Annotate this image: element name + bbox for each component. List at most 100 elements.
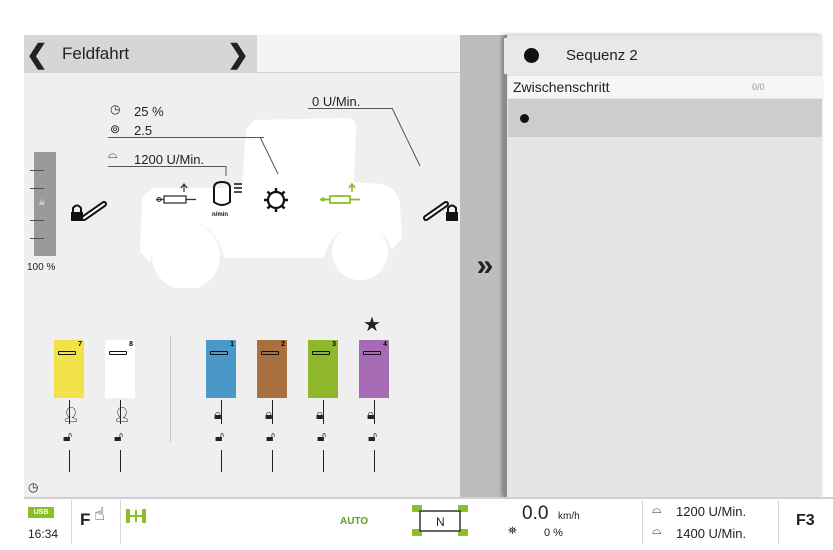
- transmission-icon[interactable]: N: [412, 503, 470, 539]
- hitch-status-icon[interactable]: [124, 505, 148, 527]
- hand-pointer-icon[interactable]: ☝︎: [94, 504, 105, 525]
- cylinder-icon: [58, 351, 76, 355]
- status-separator: [778, 500, 779, 544]
- valve-3[interactable]: 3 🔒︎: [308, 340, 338, 422]
- selected-step-row[interactable]: [508, 99, 822, 137]
- front-hitch-cylinder-icon[interactable]: [320, 182, 366, 212]
- chevron-right-icon[interactable]: ❯: [227, 39, 249, 69]
- sequence-title: Sequenz 2: [566, 47, 638, 64]
- valve-number: 4: [383, 341, 387, 348]
- operator-lock-icon: 👤︎: [62, 406, 80, 422]
- valve-line: [323, 400, 324, 424]
- status-separator: [120, 500, 121, 544]
- valve-padlock-icon[interactable]: 🔓︎: [63, 428, 72, 445]
- valve-4[interactable]: 4 🔒︎: [359, 340, 389, 422]
- step-label: Zwischenschritt: [513, 79, 610, 95]
- gauge-tick: [30, 220, 44, 221]
- cylinder-icon: [210, 351, 228, 355]
- valve-line: [221, 450, 222, 472]
- valve-group-separator: [170, 336, 171, 442]
- slip-icon: ◷: [110, 102, 121, 116]
- usb-icon: USB: [28, 507, 54, 518]
- chevron-left-icon[interactable]: ❮: [26, 39, 48, 69]
- valve-7-body: 👤︎: [54, 370, 84, 422]
- valve-line: [221, 400, 222, 424]
- sequence-status-dot-icon: [524, 48, 539, 63]
- valve-number: 7: [78, 341, 82, 348]
- gauge-tick: [30, 238, 44, 239]
- favorite-star-icon: ★: [363, 314, 381, 336]
- valve-padlock-icon[interactable]: 🔓︎: [266, 428, 275, 445]
- ratio-icon: ⊚: [110, 122, 121, 136]
- cylinder-icon: [312, 351, 330, 355]
- valve-8[interactable]: 8 👤︎: [105, 340, 135, 422]
- valve-4-body: 🔒︎: [359, 370, 389, 422]
- valve-line: [374, 450, 375, 472]
- clock: 16:34: [28, 527, 59, 541]
- valve-number: 3: [332, 341, 336, 348]
- rear-hitch-cylinder-icon: [156, 183, 196, 204]
- cylinder-icon: [109, 351, 127, 355]
- valve-line: [272, 400, 273, 424]
- pto-gear-icon[interactable]: [263, 187, 289, 213]
- pto-rpm: 1400 U/Min.: [676, 526, 747, 541]
- valve-4-header: 4: [359, 340, 389, 370]
- leader-lines: [225, 107, 421, 176]
- gauge-label: 100 %: [27, 262, 56, 273]
- f-function-label: F: [80, 510, 91, 529]
- valve-padlock-icon[interactable]: 🔓︎: [317, 428, 326, 445]
- mode-selector[interactable]: ❮ Feldfahrt ❯: [24, 35, 257, 73]
- gauge-tick: [30, 170, 44, 171]
- sequence-header[interactable]: Sequenz 2: [504, 38, 822, 74]
- valve-2[interactable]: 2 🔒︎: [257, 340, 287, 422]
- valve-line: [120, 450, 121, 472]
- cylinder-icon: [363, 351, 381, 355]
- valve-1[interactable]: 1 🔒︎: [206, 340, 236, 422]
- gauge-tick: [30, 188, 44, 189]
- engine-rpm-icon: ⌓: [652, 502, 662, 516]
- timer-icon: ◷: [28, 480, 39, 494]
- valve-3-header: 3: [308, 340, 338, 370]
- valve-line: [120, 400, 121, 424]
- f3-key-label[interactable]: F3: [796, 512, 815, 530]
- speed-value: 0.0: [522, 503, 549, 524]
- auto-mode-label[interactable]: AUTO: [340, 516, 368, 527]
- rear-hitch-lock-icon[interactable]: [70, 196, 108, 228]
- valve-line: [374, 400, 375, 424]
- engine-rpm: 1200 U/Min.: [676, 504, 747, 519]
- engine-speed-readout: 1200 U/Min.: [134, 152, 205, 167]
- engine-unit-label: n/min: [212, 212, 228, 218]
- valve-number: 1: [230, 341, 234, 348]
- wheel-slip-value: 0 %: [544, 527, 563, 539]
- step-bullet-icon: [520, 114, 529, 123]
- double-chevron-right-icon[interactable]: »: [468, 248, 502, 288]
- valve-1-body: 🔒︎: [206, 370, 236, 422]
- valve-number: 2: [281, 341, 285, 348]
- wheel-slip-icon: ⛯: [508, 525, 517, 537]
- engine-speed-control-icon[interactable]: n/min: [210, 178, 246, 218]
- step-count: 0/0: [752, 82, 765, 92]
- engine-speed-icon: ⌓: [108, 147, 118, 161]
- valve-8-body: 👤︎: [105, 370, 135, 422]
- valve-1-header: 1: [206, 340, 236, 370]
- gear-indicator: N: [436, 515, 445, 529]
- slip-readout: 25 %: [134, 104, 164, 119]
- pto-rpm-icon: ⌓: [652, 523, 662, 537]
- valve-padlock-icon[interactable]: 🔓︎: [215, 428, 224, 445]
- valve-padlock-icon[interactable]: 🔓︎: [114, 428, 123, 445]
- mode-bar: ❮ Feldfahrt ❯: [24, 35, 460, 73]
- ratio-readout: 2.5: [134, 123, 153, 138]
- cylinder-icon: [261, 351, 279, 355]
- valve-7-header: 7: [54, 340, 84, 370]
- valve-2-body: 🔒︎: [257, 370, 287, 422]
- valve-padlock-icon[interactable]: 🔓︎: [368, 428, 377, 445]
- valve-line: [69, 450, 70, 472]
- valve-number: 8: [129, 341, 133, 348]
- speed-unit: km/h: [558, 511, 580, 522]
- sequence-step-row[interactable]: Zwischenschritt 0/0: [508, 76, 822, 98]
- front-hitch-lock-icon[interactable]: [422, 196, 460, 228]
- status-separator: [71, 500, 72, 544]
- valve-line: [323, 450, 324, 472]
- valve-7[interactable]: 7 👤︎: [54, 340, 84, 422]
- valve-line: [69, 400, 70, 424]
